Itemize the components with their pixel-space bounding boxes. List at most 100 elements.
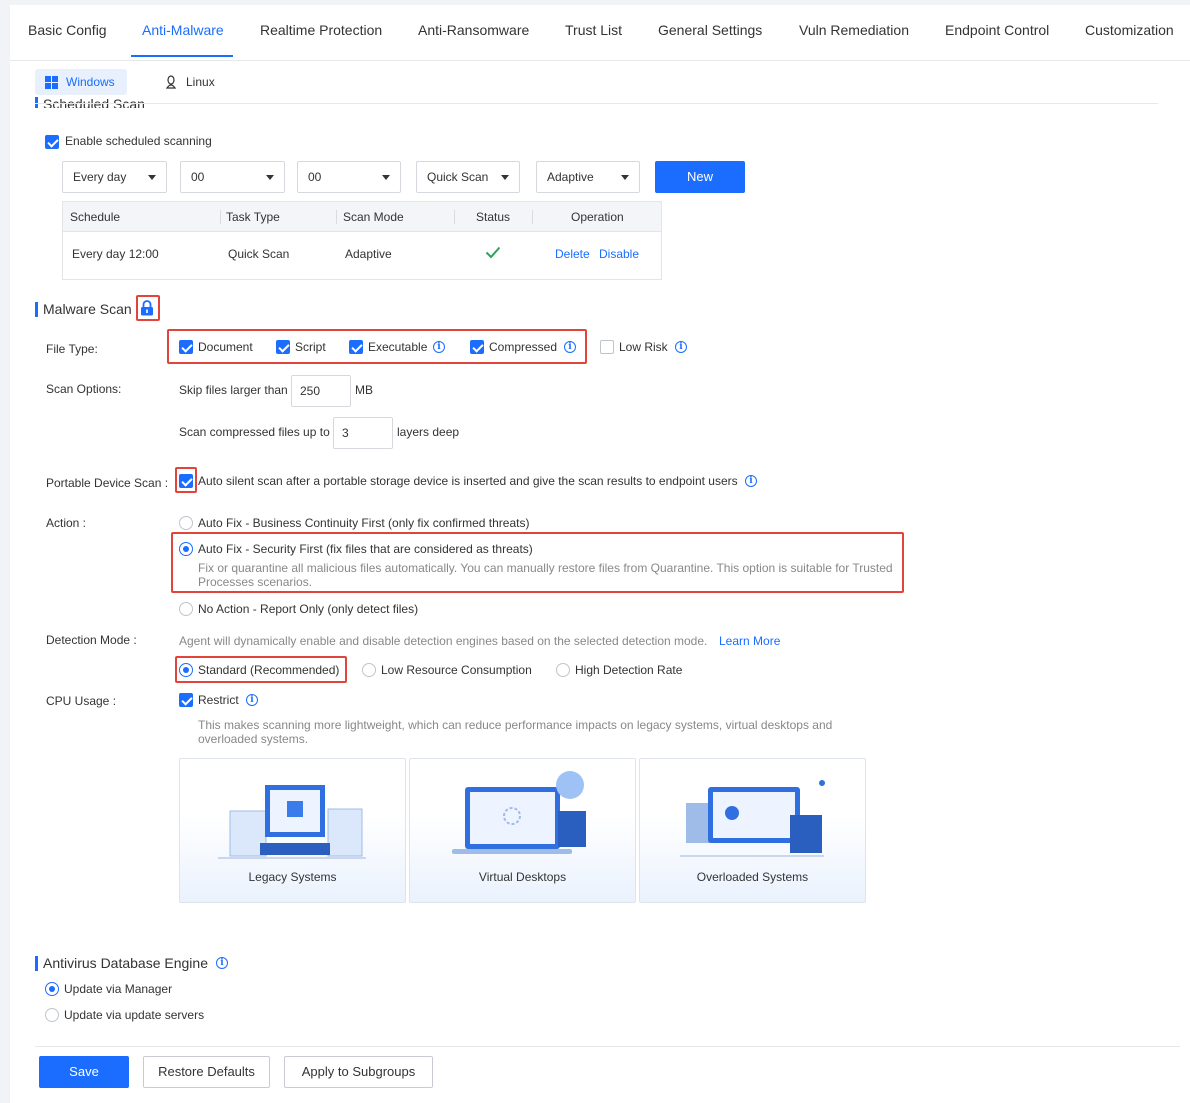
compressed-depth-input[interactable]: 3 (333, 417, 393, 449)
overloaded-systems-caption: Overloaded Systems (696, 870, 809, 884)
update-via-servers-radio[interactable] (45, 1008, 59, 1022)
tab-vuln-remediation[interactable]: Vuln Remediation (799, 22, 909, 38)
scan-mode-value: Adaptive (547, 170, 594, 184)
restrict-label: Restrict (198, 693, 239, 707)
column-header: Schedule (70, 210, 121, 224)
skip-files-label: Skip files larger than (179, 383, 288, 397)
footer-divider (35, 1046, 1180, 1047)
restore-defaults-button[interactable]: Restore Defaults (143, 1056, 270, 1088)
cpu-description: This makes scanning more lightweight, wh… (198, 718, 833, 746)
info-icon[interactable]: i (564, 341, 576, 353)
legacy-systems-card: Legacy Systems (179, 758, 406, 903)
action-security-first-radio[interactable] (179, 542, 193, 556)
row-schedule: Every day 12:00 (72, 247, 159, 261)
column-header: Operation (571, 210, 624, 224)
update-via-manager-label: Update via Manager (64, 982, 173, 996)
mode-low-resource-label: Low Resource Consumption (381, 663, 532, 677)
learn-more-link[interactable]: Learn More (719, 634, 780, 648)
new-schedule-button[interactable]: New (655, 161, 745, 193)
cpu-usage-label: CPU Usage : (46, 694, 117, 708)
mode-standard-label: Standard (Recommended) (198, 663, 340, 677)
restrict-checkbox[interactable] (179, 693, 193, 707)
info-icon[interactable]: i (675, 341, 687, 353)
check-icon (485, 246, 501, 259)
tab-anti-ransomware[interactable]: Anti-Ransomware (418, 22, 529, 38)
os-tab-linux-label: Linux (186, 75, 215, 89)
portable-scan-checkbox[interactable] (179, 474, 193, 488)
column-header: Status (476, 210, 511, 224)
tab-general-settings[interactable]: General Settings (658, 22, 762, 38)
action-business-continuity-radio[interactable] (179, 516, 193, 530)
frequency-select[interactable]: Every day (62, 161, 167, 193)
enable-scheduled-label: Enable scheduled scanning (65, 134, 212, 148)
mode-standard-radio[interactable] (179, 663, 193, 677)
linux-icon (165, 74, 177, 89)
virtual-desktops-illustration (452, 771, 586, 854)
mode-high-detection-radio[interactable] (556, 663, 570, 677)
compressed-depth-label: Scan compressed files up to (179, 425, 330, 439)
update-via-servers-label: Update via update servers (64, 1008, 205, 1022)
malware-scan-title: Malware Scan (35, 301, 132, 317)
document-checkbox[interactable] (179, 340, 193, 354)
schedule-table: Schedule Task Type Scan Mode Status Oper… (62, 201, 662, 280)
update-via-manager-radio[interactable] (45, 982, 59, 996)
executable-checkbox[interactable] (349, 340, 363, 354)
script-label: Script (295, 340, 326, 354)
info-icon[interactable]: i (745, 475, 757, 487)
tab-endpoint-control[interactable]: Endpoint Control (945, 22, 1049, 38)
windows-icon (45, 75, 58, 89)
row-task-type: Quick Scan (228, 247, 290, 261)
os-tab-windows[interactable]: Windows (35, 69, 127, 95)
column-separator (532, 210, 533, 224)
os-tab-windows-label: Windows (66, 75, 115, 89)
executable-label: Executable (368, 340, 428, 354)
delete-link[interactable]: Delete (555, 247, 590, 261)
save-button[interactable]: Save (39, 1056, 129, 1088)
section-divider (35, 103, 1158, 104)
minute-value: 00 (308, 170, 322, 184)
detection-mode-description: Agent will dynamically enable and disabl… (179, 634, 708, 648)
low-risk-checkbox[interactable] (600, 340, 614, 354)
compressed-label: Compressed (489, 340, 558, 354)
portable-scan-text: Auto silent scan after a portable storag… (198, 474, 738, 488)
scheduled-scan-header-clip: Scheduled Scan (35, 96, 1160, 108)
virtual-desktops-caption: Virtual Desktops (478, 870, 567, 884)
task-type-select[interactable]: Quick Scan (416, 161, 520, 193)
enable-scheduled-checkbox[interactable] (45, 135, 59, 149)
compressed-checkbox[interactable] (470, 340, 484, 354)
tab-realtime-protection[interactable]: Realtime Protection (260, 22, 382, 38)
compressed-depth-unit: layers deep (397, 425, 460, 439)
os-tab-linux[interactable]: Linux (160, 69, 230, 95)
chevron-down-icon (382, 175, 390, 180)
tab-basic-config[interactable]: Basic Config (28, 22, 107, 38)
info-icon[interactable]: i (216, 957, 228, 969)
apply-to-subgroups-button[interactable]: Apply to Subgroups (284, 1056, 433, 1088)
low-risk-label: Low Risk (619, 340, 668, 354)
lock-icon (141, 300, 153, 316)
script-checkbox[interactable] (276, 340, 290, 354)
column-separator (336, 210, 337, 224)
document-label: Document (198, 340, 253, 354)
active-tab-indicator (131, 55, 233, 57)
tab-customization[interactable]: Customization (1085, 22, 1174, 38)
info-icon[interactable]: i (246, 694, 258, 706)
disable-link[interactable]: Disable (599, 247, 639, 261)
skip-unit-label: MB (355, 383, 373, 397)
legacy-systems-illustration (218, 785, 366, 859)
info-icon[interactable]: i (433, 341, 445, 353)
hour-value: 00 (191, 170, 205, 184)
scan-mode-select[interactable]: Adaptive (536, 161, 640, 193)
detection-mode-label: Detection Mode : (46, 633, 137, 647)
action-report-only-radio[interactable] (179, 602, 193, 616)
tab-anti-malware[interactable]: Anti-Malware (142, 22, 224, 38)
mode-low-resource-radio[interactable] (362, 663, 376, 677)
chevron-down-icon (621, 175, 629, 180)
minute-select[interactable]: 00 (297, 161, 401, 193)
tab-trust-list[interactable]: Trust List (565, 22, 622, 38)
column-separator (220, 210, 221, 224)
portable-scan-label: Portable Device Scan : (46, 476, 169, 490)
skip-size-input[interactable]: 250 (291, 375, 351, 407)
column-header: Task Type (226, 210, 280, 224)
virtual-desktops-card: Virtual Desktops (409, 758, 636, 903)
hour-select[interactable]: 00 (180, 161, 285, 193)
